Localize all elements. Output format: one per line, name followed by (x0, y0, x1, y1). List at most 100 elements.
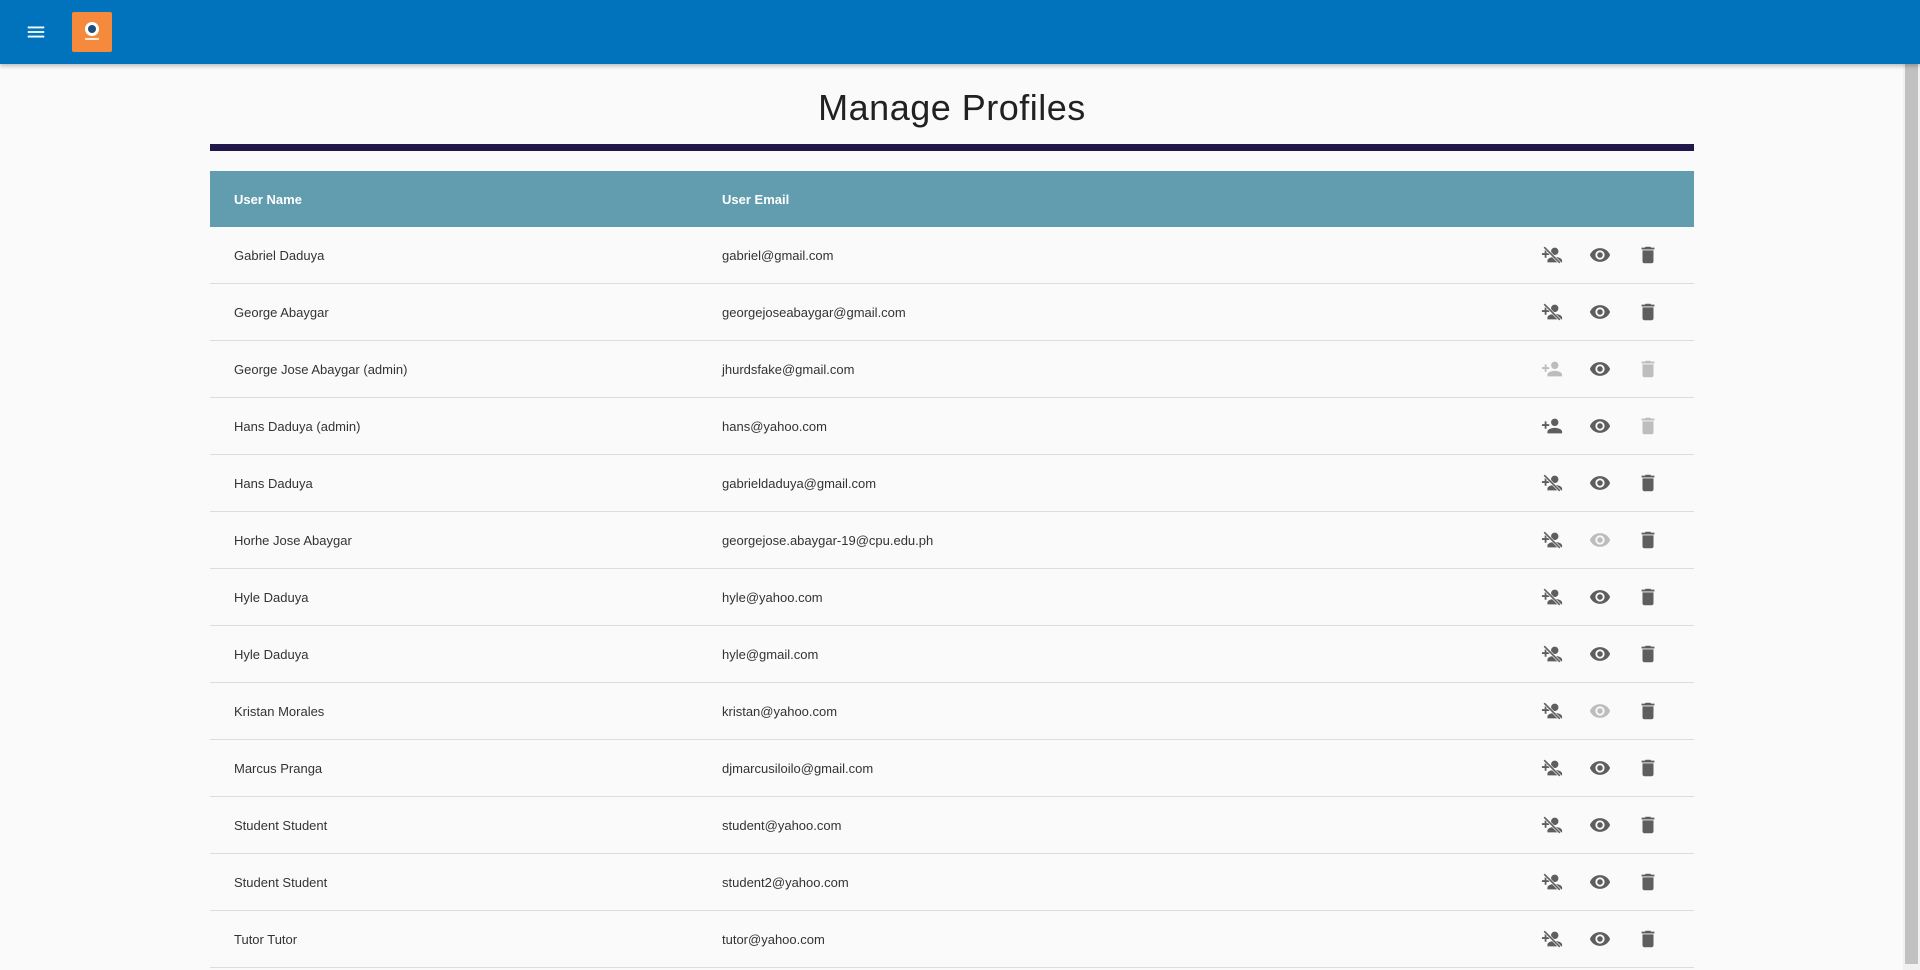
table-row: Student Student student2@yahoo.com (210, 854, 1694, 911)
person-add-icon (1541, 361, 1563, 377)
view-profile-button[interactable] (1588, 243, 1612, 267)
cell-actions (1502, 357, 1694, 381)
eye-icon (1589, 647, 1611, 661)
view-profile-button[interactable] (1588, 870, 1612, 894)
cell-actions (1502, 870, 1694, 894)
eye-icon (1589, 362, 1611, 376)
delete-profile-button[interactable] (1636, 756, 1660, 780)
cell-user-name: Tutor Tutor (234, 931, 298, 947)
make-admin-button[interactable] (1540, 357, 1564, 381)
cell-user-name: Kristan Morales (234, 703, 325, 719)
table-row: George Jose Abaygar (admin) jhurdsfake@gm… (210, 341, 1694, 398)
trash-icon (1641, 588, 1655, 606)
view-profile-button[interactable] (1588, 471, 1612, 495)
delete-profile-button[interactable] (1636, 471, 1660, 495)
delete-profile-button[interactable] (1636, 927, 1660, 951)
table-row: Hyle Daduya hyle@gmail.com (210, 626, 1694, 683)
view-profile-button[interactable] (1588, 585, 1612, 609)
person-add-disabled-icon (1541, 587, 1563, 607)
page-title: Manage Profiles (818, 87, 1086, 128)
header-user-email: User Email (722, 191, 790, 207)
trash-icon (1641, 702, 1655, 720)
trash-icon (1641, 417, 1655, 435)
table-row: Gabriel Daduya gabriel@gmail.com (210, 227, 1694, 284)
remove-admin-button[interactable] (1540, 813, 1564, 837)
person-add-disabled-icon (1541, 815, 1563, 835)
delete-profile-button[interactable] (1636, 585, 1660, 609)
delete-profile-button[interactable] (1636, 870, 1660, 894)
table-row: Hans Daduya gabrieldaduya@gmail.com (210, 455, 1694, 512)
eye-icon (1589, 476, 1611, 490)
make-admin-button[interactable] (1540, 414, 1564, 438)
delete-profile-button[interactable] (1636, 813, 1660, 837)
person-add-disabled-icon (1541, 302, 1563, 322)
cell-user-email: student2@yahoo.com (722, 874, 849, 890)
delete-profile-button[interactable] (1636, 414, 1660, 438)
logo-emblem-icon (85, 22, 99, 40)
trash-icon (1641, 360, 1655, 378)
view-profile-button[interactable] (1588, 528, 1612, 552)
person-add-disabled-icon (1541, 701, 1563, 721)
eye-icon (1589, 818, 1611, 832)
remove-admin-button[interactable] (1540, 699, 1564, 723)
remove-admin-button[interactable] (1540, 528, 1564, 552)
main-content: Manage Profiles User Name User Email Gab… (210, 64, 1694, 968)
person-add-disabled-icon (1541, 245, 1563, 265)
trash-icon (1641, 246, 1655, 264)
person-add-disabled-icon (1541, 758, 1563, 778)
table-row: Student Student student@yahoo.com (210, 797, 1694, 854)
remove-admin-button[interactable] (1540, 585, 1564, 609)
remove-admin-button[interactable] (1540, 870, 1564, 894)
cell-user-email: gabrieldaduya@gmail.com (722, 475, 877, 491)
remove-admin-button[interactable] (1540, 756, 1564, 780)
trash-icon (1641, 873, 1655, 891)
remove-admin-button[interactable] (1540, 642, 1564, 666)
scrollbar-thumb[interactable] (1905, 64, 1918, 964)
cell-user-email: tutor@yahoo.com (722, 931, 825, 947)
view-profile-button[interactable] (1588, 300, 1612, 324)
delete-profile-button[interactable] (1636, 642, 1660, 666)
vertical-scrollbar[interactable] (1903, 64, 1920, 970)
trash-icon (1641, 816, 1655, 834)
view-profile-button[interactable] (1588, 699, 1612, 723)
person-add-disabled-icon (1541, 929, 1563, 949)
view-profile-button[interactable] (1588, 414, 1612, 438)
cell-user-name: George Jose Abaygar (admin) (234, 361, 408, 377)
delete-profile-button[interactable] (1636, 300, 1660, 324)
trash-icon (1641, 759, 1655, 777)
delete-profile-button[interactable] (1636, 357, 1660, 381)
cell-user-email: hyle@gmail.com (722, 646, 819, 662)
view-profile-button[interactable] (1588, 357, 1612, 381)
cell-user-name: George Abaygar (234, 304, 329, 320)
app-logo[interactable] (72, 12, 112, 52)
cell-user-email: student@yahoo.com (722, 817, 842, 833)
view-profile-button[interactable] (1588, 756, 1612, 780)
view-profile-button[interactable] (1588, 813, 1612, 837)
trash-icon (1641, 303, 1655, 321)
person-add-disabled-icon (1541, 473, 1563, 493)
eye-icon (1589, 305, 1611, 319)
menu-button[interactable] (20, 16, 52, 48)
table-row: George Abaygar georgejoseabaygar@gmail.co… (210, 284, 1694, 341)
delete-profile-button[interactable] (1636, 243, 1660, 267)
cell-user-name: Horhe Jose Abaygar (234, 532, 352, 548)
delete-profile-button[interactable] (1636, 699, 1660, 723)
remove-admin-button[interactable] (1540, 300, 1564, 324)
table-row: Hyle Daduya hyle@yahoo.com (210, 569, 1694, 626)
view-profile-button[interactable] (1588, 927, 1612, 951)
cell-user-name: Student Student (234, 874, 328, 890)
table-body: Gabriel Daduya gabriel@gmail.com George Ab… (210, 227, 1694, 968)
profiles-table: User Name User Email Gabriel Daduya gabri… (210, 171, 1694, 968)
remove-admin-button[interactable] (1540, 243, 1564, 267)
eye-icon (1589, 932, 1611, 946)
delete-profile-button[interactable] (1636, 528, 1660, 552)
cell-user-name: Hans Daduya (admin) (234, 418, 361, 434)
cell-user-name: Student Student (234, 817, 328, 833)
cell-actions (1502, 300, 1694, 324)
cell-actions (1502, 927, 1694, 951)
remove-admin-button[interactable] (1540, 927, 1564, 951)
trash-icon (1641, 645, 1655, 663)
remove-admin-button[interactable] (1540, 471, 1564, 495)
cell-user-email: georgejoseabaygar@gmail.com (722, 304, 906, 320)
view-profile-button[interactable] (1588, 642, 1612, 666)
